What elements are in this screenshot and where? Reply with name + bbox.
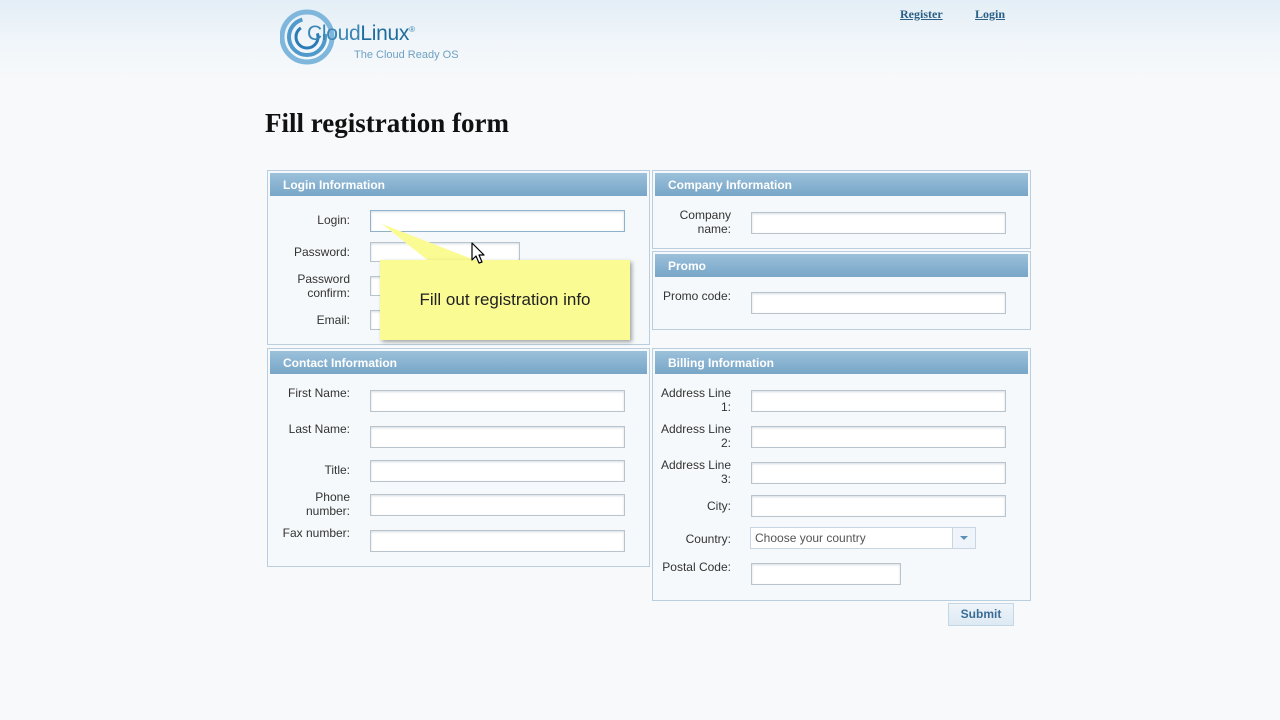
- first-name-label: First Name:: [287, 386, 350, 400]
- contact-info-panel: Contact Information First Name: Last Nam…: [267, 348, 650, 567]
- phone-input[interactable]: [370, 494, 625, 516]
- postal-code-input[interactable]: [751, 563, 901, 585]
- address2-label: Address Line 2:: [660, 422, 731, 450]
- address2-input[interactable]: [751, 426, 1006, 448]
- promo-code-input[interactable]: [751, 292, 1006, 314]
- login-link[interactable]: Login: [975, 7, 1005, 22]
- login-info-heading: Login Information: [270, 173, 647, 196]
- country-select[interactable]: Choose your country: [750, 527, 976, 549]
- logo-brand: CloudLinux®: [307, 22, 415, 45]
- header-bar: [0, 0, 1280, 80]
- address3-input[interactable]: [751, 462, 1006, 484]
- company-name-input[interactable]: [751, 212, 1006, 234]
- company-info-panel: Company Information Company name:: [652, 170, 1031, 249]
- country-select-value: Choose your country: [755, 531, 866, 545]
- billing-info-panel: Billing Information Address Line 1: Addr…: [652, 348, 1031, 601]
- tooltip-callout: Fill out registration info: [380, 260, 630, 340]
- phone-label: Phone number:: [305, 490, 350, 518]
- contact-info-heading: Contact Information: [270, 351, 647, 374]
- page-title: Fill registration form: [265, 108, 509, 138]
- fax-label: Fax number:: [282, 526, 350, 540]
- cloudlinux-logo[interactable]: CloudLinux® The Cloud Ready OS: [280, 8, 470, 66]
- billing-info-heading: Billing Information: [655, 351, 1028, 374]
- email-label: Email:: [316, 313, 350, 327]
- last-name-label: Last Name:: [288, 422, 350, 436]
- promo-heading: Promo: [655, 254, 1028, 277]
- password-label: Password:: [293, 245, 350, 259]
- title-label: Title:: [324, 463, 350, 477]
- first-name-input[interactable]: [370, 390, 625, 412]
- fax-input[interactable]: [370, 530, 625, 552]
- promo-code-label: Promo code:: [662, 289, 731, 303]
- register-link[interactable]: Register: [900, 7, 943, 22]
- chevron-down-icon[interactable]: [952, 528, 975, 548]
- mouse-pointer-icon: [471, 242, 485, 264]
- company-name-label: Company name:: [679, 208, 731, 236]
- last-name-input[interactable]: [370, 426, 625, 448]
- login-label: Login:: [317, 213, 350, 227]
- submit-button[interactable]: Submit: [948, 603, 1014, 626]
- logo-tagline: The Cloud Ready OS: [354, 49, 459, 61]
- company-info-heading: Company Information: [655, 173, 1028, 196]
- title-input[interactable]: [370, 460, 625, 482]
- country-label: Country:: [685, 532, 731, 546]
- address1-label: Address Line 1:: [660, 386, 731, 414]
- address3-label: Address Line 3:: [660, 458, 731, 486]
- promo-panel: Promo Promo code:: [652, 251, 1031, 330]
- city-label: City:: [707, 499, 731, 513]
- address1-input[interactable]: [751, 390, 1006, 412]
- password-confirm-label: Password confirm:: [297, 272, 350, 300]
- postal-label: Postal Code:: [662, 560, 731, 574]
- city-input[interactable]: [751, 495, 1006, 517]
